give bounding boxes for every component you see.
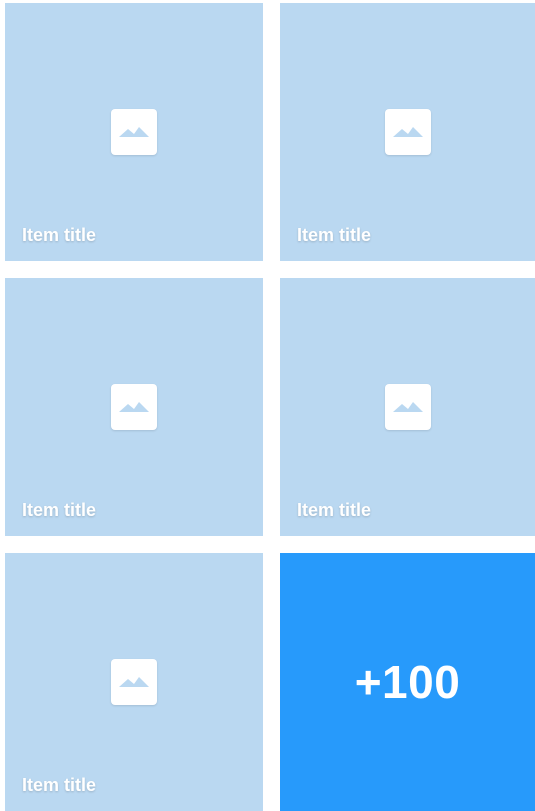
more-items-count: +100	[354, 656, 461, 708]
image-placeholder-icon	[111, 384, 157, 430]
item-title: Item title	[297, 225, 372, 245]
item-title: Item title	[297, 500, 372, 520]
more-items-tile[interactable]: +100	[280, 553, 535, 811]
image-placeholder-icon	[384, 384, 431, 430]
grid-item-5[interactable]: Item title	[5, 553, 263, 811]
grid-item-4[interactable]: Item title	[280, 278, 535, 536]
item-title: Item title	[22, 500, 97, 520]
item-title: Item title	[22, 225, 97, 245]
image-placeholder-icon	[384, 109, 431, 155]
grid-item-3[interactable]: Item title	[5, 278, 263, 536]
image-placeholder-icon	[111, 109, 157, 155]
item-title: Item title	[22, 775, 97, 795]
grid-item-2[interactable]: Item title	[280, 3, 535, 261]
image-grid: Item title Item title Item title Item ti…	[0, 0, 535, 811]
image-placeholder-icon	[111, 659, 157, 705]
grid-item-1[interactable]: Item title	[5, 3, 263, 261]
